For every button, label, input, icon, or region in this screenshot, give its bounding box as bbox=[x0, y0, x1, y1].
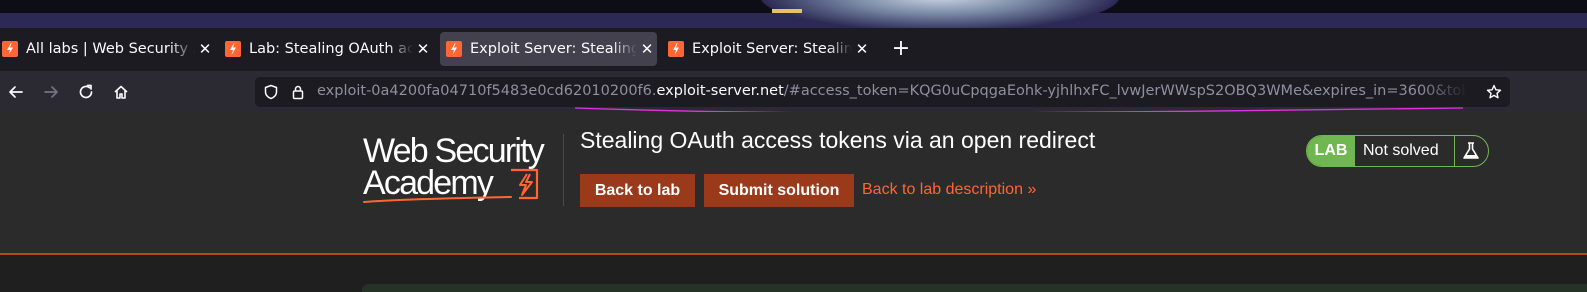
back-button[interactable] bbox=[3, 79, 29, 105]
back-arrow-icon bbox=[9, 86, 23, 98]
logo-text-line1: Web Security bbox=[363, 132, 545, 170]
double-chevron-right-icon: » bbox=[1027, 181, 1037, 198]
tab-title: Exploit Server: Stealing OAuth access to… bbox=[470, 41, 637, 57]
content-card-top-edge bbox=[362, 284, 1587, 292]
tab-exploit-server[interactable]: Exploit Server: Stealing OAuth access to… bbox=[666, 32, 872, 66]
address-bar[interactable]: exploit-0a4200fa04710f5483e0cd62010200f6… bbox=[255, 77, 1510, 107]
shield-icon[interactable] bbox=[263, 84, 279, 100]
tab-all-labs[interactable]: All labs | Web Security Academy ✕ bbox=[0, 32, 215, 66]
forward-arrow-icon bbox=[44, 86, 58, 98]
reload-icon bbox=[79, 84, 93, 99]
url-text[interactable]: exploit-0a4200fa04710f5483e0cd62010200f6… bbox=[317, 83, 1467, 99]
tab-title: Lab: Stealing OAuth access tokens via an… bbox=[249, 41, 413, 57]
portswigger-favicon-icon bbox=[668, 41, 684, 57]
tab-bar: All labs | Web Security Academy ✕ Lab: S… bbox=[0, 28, 1587, 71]
status-separator bbox=[1454, 136, 1455, 166]
portswigger-favicon-icon bbox=[446, 41, 462, 57]
home-icon bbox=[114, 85, 128, 99]
tab-close-button[interactable]: ✕ bbox=[637, 40, 657, 58]
reload-button[interactable] bbox=[73, 79, 99, 105]
desktop-top-strip bbox=[0, 0, 1587, 28]
logo-text-line2: Academy bbox=[363, 164, 494, 202]
flask-icon bbox=[1463, 142, 1479, 159]
tab-close-button[interactable]: ✕ bbox=[852, 40, 872, 58]
header-divider bbox=[563, 134, 564, 206]
tab-exploit-server-active[interactable]: Exploit Server: Stealing OAuth access to… bbox=[440, 32, 657, 66]
new-tab-button[interactable]: + bbox=[888, 36, 914, 62]
submit-solution-button[interactable]: Submit solution bbox=[704, 174, 854, 207]
workspace-indicator bbox=[772, 9, 802, 13]
lab-title: Stealing OAuth access tokens via an open… bbox=[580, 127, 1096, 153]
web-security-academy-logo[interactable]: Web Security Academy bbox=[363, 134, 563, 206]
tab-lab[interactable]: Lab: Stealing OAuth access tokens via an… bbox=[223, 32, 433, 66]
lab-status-text: Not solved bbox=[1363, 142, 1439, 159]
url-subdomain: exploit-0a4200fa04710f5483e0cd62010200f6… bbox=[317, 83, 657, 99]
back-to-lab-button[interactable]: Back to lab bbox=[580, 174, 695, 207]
tab-title: Exploit Server: Stealing OAuth access to… bbox=[692, 41, 852, 57]
navigation-toolbar: exploit-0a4200fa04710f5483e0cd62010200f6… bbox=[0, 71, 1587, 112]
forward-button[interactable] bbox=[38, 79, 64, 105]
back-to-lab-description-link[interactable]: Back to lab description » bbox=[862, 181, 1036, 199]
lab-badge: LAB bbox=[1307, 136, 1355, 166]
tab-title: All labs | Web Security Academy bbox=[26, 41, 195, 57]
logo-underline-swoosh bbox=[363, 196, 512, 203]
portswigger-favicon-icon bbox=[2, 41, 18, 57]
link-label: Back to lab description bbox=[862, 181, 1023, 198]
tab-close-button[interactable]: ✕ bbox=[195, 40, 215, 58]
tab-close-button[interactable]: ✕ bbox=[413, 40, 433, 58]
lab-status-widget: LAB Not solved bbox=[1306, 135, 1489, 167]
lightning-bolt-icon bbox=[511, 168, 539, 200]
bookmark-star-icon[interactable] bbox=[1486, 84, 1502, 100]
url-domain: exploit-server.net bbox=[656, 83, 784, 99]
lock-icon[interactable] bbox=[290, 84, 306, 100]
home-button[interactable] bbox=[108, 79, 134, 105]
portswigger-favicon-icon bbox=[225, 41, 241, 57]
url-fragment: /#access_token=KQG0uCpqgaEohk-yjhlhxFC_l… bbox=[783, 83, 1467, 99]
